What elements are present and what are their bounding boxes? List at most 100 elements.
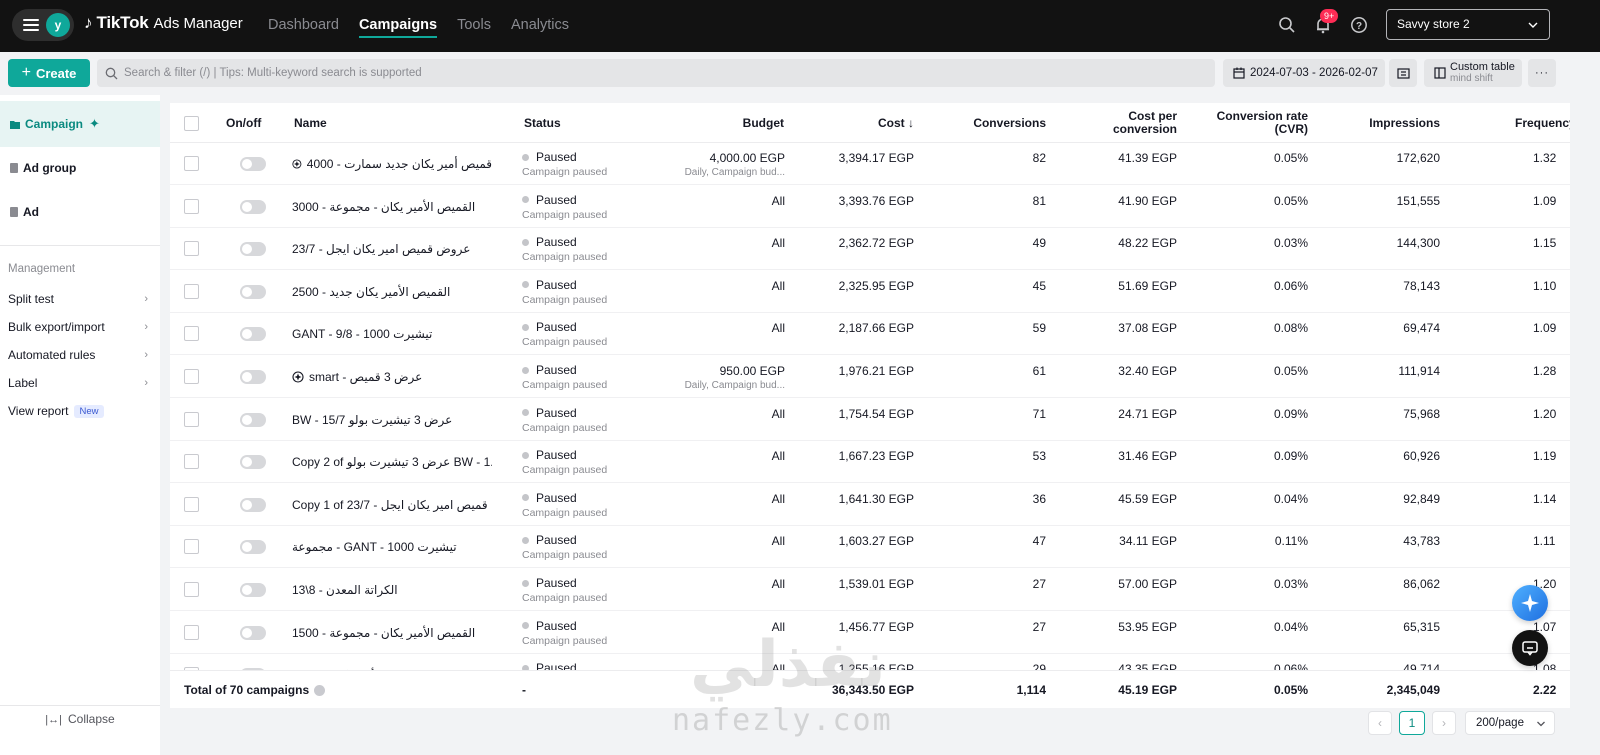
- campaign-toggle[interactable]: [240, 284, 266, 299]
- campaign-toggle[interactable]: [240, 199, 266, 214]
- table-row[interactable]: تيشيرت GANT - 1000 - مجموعة Paused Campaig…: [170, 526, 1570, 569]
- campaign-name[interactable]: Copy 2 of عرض 3 تيشيرت بولو BW - 1...: [292, 441, 492, 483]
- campaign-toggle[interactable]: [240, 327, 266, 342]
- sidebar-item-bulk-export[interactable]: Bulk export/import ›: [8, 320, 148, 334]
- collapse-button[interactable]: |↔| Collapse: [0, 712, 160, 726]
- campaign-name[interactable]: عرض 3 قميص - smart: [292, 356, 492, 398]
- nav-analytics[interactable]: Analytics: [511, 0, 569, 52]
- campaign-toggle[interactable]: [240, 455, 266, 470]
- row-checkbox[interactable]: [184, 283, 199, 299]
- row-checkbox[interactable]: [184, 582, 199, 597]
- prev-page-button[interactable]: ‹: [1368, 711, 1392, 735]
- search-filter-bar[interactable]: [97, 59, 1215, 87]
- campaign-name[interactable]: تيشيرت GANT - 1000 - مجموعة: [292, 526, 492, 568]
- next-page-button[interactable]: ›: [1432, 711, 1456, 735]
- custom-table-button[interactable]: Custom table mind shift: [1424, 59, 1522, 87]
- budget-cell[interactable]: All: [665, 534, 785, 548]
- campaign-toggle[interactable]: [240, 157, 266, 171]
- row-checkbox[interactable]: [184, 369, 199, 384]
- sidebar-item-split-test[interactable]: Split test ›: [8, 292, 148, 306]
- header-cost-per-conversion[interactable]: Cost per conversion: [1070, 103, 1177, 143]
- table-row[interactable]: تيشيرت GANT - 9/8 - 1000 Paused Campaign p…: [170, 313, 1570, 356]
- header-name[interactable]: Name: [294, 103, 327, 143]
- budget-cell[interactable]: All: [665, 279, 785, 293]
- ai-assistant-button[interactable]: [1512, 585, 1548, 621]
- row-checkbox[interactable]: [184, 454, 199, 470]
- menu-account-pill[interactable]: y: [12, 9, 74, 41]
- budget-cell[interactable]: 950.00 EGP Daily, Campaign bud...: [665, 364, 785, 391]
- table-row[interactable]: Copy 2 of عرض 3 تيشيرت بولو BW - 1... Pau…: [170, 441, 1570, 484]
- sidebar-level-campaign[interactable]: Campaign ✦: [0, 101, 160, 147]
- table-row[interactable]: قميص أمير يكان جديد سمارت - 4000 Paused Ca…: [170, 143, 1570, 185]
- table-row[interactable]: عرض 3 قميص - smart Paused Campaign paused 9…: [170, 356, 1570, 398]
- current-page-button[interactable]: 1: [1399, 711, 1425, 735]
- sidebar-item-automated-rules[interactable]: Automated rules ›: [8, 348, 148, 362]
- header-status[interactable]: Status: [524, 103, 561, 143]
- table-row[interactable]: القميص الأمير يكان - مجموعة - 3000 Paused…: [170, 186, 1570, 228]
- campaign-name[interactable]: Copy 1 of 23/7 - قميص امير يكان ايجل ...: [292, 484, 492, 526]
- more-options-button[interactable]: ···: [1528, 59, 1556, 87]
- header-conversions[interactable]: Conversions: [940, 103, 1046, 143]
- hamburger-menu-icon[interactable]: [23, 19, 39, 31]
- campaign-name[interactable]: الكراتة المعدن - 8\13: [292, 569, 492, 611]
- campaign-name[interactable]: عرض 3 تيشيرت بولو BW - 15/7: [292, 399, 492, 441]
- nav-campaigns[interactable]: Campaigns: [358, 0, 438, 52]
- sidebar-level-ad[interactable]: Ad: [0, 189, 160, 235]
- campaign-toggle[interactable]: [240, 412, 266, 427]
- avatar[interactable]: y: [46, 13, 70, 37]
- budget-cell[interactable]: All: [665, 194, 785, 208]
- budget-cell[interactable]: All: [665, 577, 785, 591]
- table-row[interactable]: القميص الأمير يكان جديد - 2500 Paused Camp…: [170, 271, 1570, 313]
- budget-cell[interactable]: All: [665, 321, 785, 335]
- row-checkbox[interactable]: [184, 326, 199, 342]
- row-checkbox[interactable]: [184, 241, 199, 257]
- row-checkbox[interactable]: [184, 156, 199, 171]
- info-icon[interactable]: [314, 684, 326, 696]
- campaign-toggle[interactable]: [240, 625, 266, 640]
- campaign-name[interactable]: تيشيرت GANT - 9/8 - 1000: [292, 313, 492, 355]
- row-checkbox[interactable]: [184, 624, 199, 640]
- account-selector[interactable]: Savvy store 2: [1386, 9, 1550, 40]
- create-button[interactable]: + Create: [8, 59, 90, 87]
- header-onoff[interactable]: On/off: [226, 103, 261, 143]
- table-row[interactable]: Copy 1 of 23/7 - قميص امير يكان ايجل ...…: [170, 484, 1570, 526]
- nav-tools[interactable]: Tools: [457, 0, 491, 52]
- table-row[interactable]: عروض قميص امير يكان ايجل - 23/7 Paused Cam…: [170, 228, 1570, 271]
- row-checkbox[interactable]: [184, 198, 199, 214]
- per-page-select[interactable]: 200/page: [1465, 711, 1555, 735]
- header-budget[interactable]: Budget: [670, 103, 784, 143]
- budget-cell[interactable]: 4,000.00 EGP Daily, Campaign bud...: [665, 151, 785, 178]
- tiktok-ads-logo[interactable]: ♪ TikTok Ads Manager: [84, 13, 243, 33]
- nav-dashboard[interactable]: Dashboard: [268, 0, 339, 52]
- row-checkbox[interactable]: [184, 411, 199, 427]
- search-input[interactable]: [124, 67, 1124, 79]
- sidebar-item-label-menu[interactable]: Label ›: [8, 376, 148, 390]
- campaign-toggle[interactable]: [240, 370, 266, 384]
- budget-cell[interactable]: All: [665, 407, 785, 421]
- header-frequency[interactable]: Frequency: [1515, 103, 1570, 143]
- campaign-toggle[interactable]: [240, 497, 266, 512]
- campaign-toggle[interactable]: [240, 540, 266, 555]
- date-range-picker[interactable]: 2024-07-03 - 2026-02-07: [1223, 59, 1385, 87]
- budget-cell[interactable]: All: [665, 449, 785, 463]
- sidebar-level-ad-group[interactable]: Ad group: [0, 145, 160, 191]
- campaign-name[interactable]: القميص الأمير يكان - مجموعة - 3000: [292, 186, 492, 228]
- help-icon[interactable]: ?: [1348, 14, 1370, 36]
- budget-cell[interactable]: All: [665, 236, 785, 250]
- sidebar-item-view-report[interactable]: View report New: [8, 404, 148, 418]
- select-all-checkbox[interactable]: [184, 116, 199, 131]
- header-cost[interactable]: Cost ↓: [810, 103, 914, 143]
- header-impressions[interactable]: Impressions: [1330, 103, 1440, 143]
- campaign-toggle[interactable]: [240, 583, 266, 597]
- row-checkbox[interactable]: [184, 539, 199, 555]
- table-row[interactable]: عرض 3 تيشيرت بولو BW - 15/7 Paused Campaig…: [170, 399, 1570, 441]
- search-icon[interactable]: [1276, 14, 1298, 36]
- campaign-name[interactable]: قميص أمير يكان جديد سمارت - 4000: [292, 143, 492, 185]
- budget-cell[interactable]: All: [665, 492, 785, 506]
- table-row[interactable]: الكراتة المعدن - 8\13 Paused Campaign paus…: [170, 569, 1570, 611]
- chat-support-button[interactable]: [1512, 630, 1548, 666]
- header-cvr[interactable]: Conversion rate (CVR): [1200, 103, 1308, 143]
- row-checkbox[interactable]: [184, 496, 199, 512]
- campaign-name[interactable]: عروض قميص امير يكان ايجل - 23/7: [292, 228, 492, 270]
- campaign-name[interactable]: القميص الأمير يكان جديد - 2500: [292, 271, 492, 313]
